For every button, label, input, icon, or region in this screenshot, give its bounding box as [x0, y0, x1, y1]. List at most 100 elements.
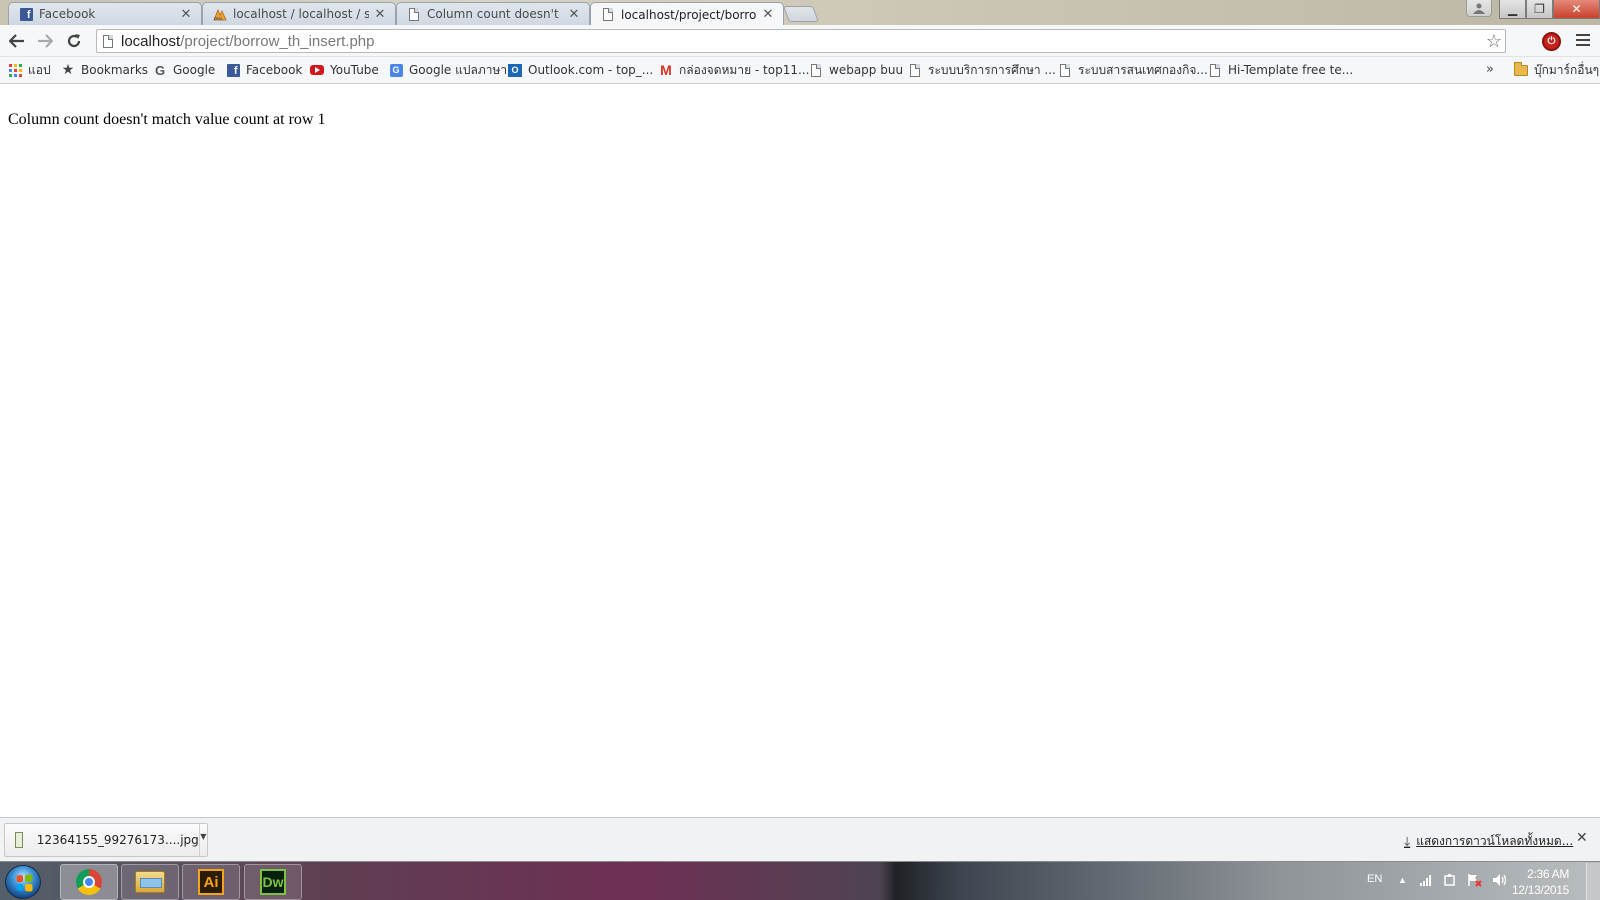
jpg-file-icon	[15, 832, 23, 848]
bookmark-google-translate[interactable]: G Google แปลภาษา	[389, 61, 507, 79]
page-icon	[908, 63, 922, 77]
reload-icon	[67, 34, 81, 48]
tab-title: localhost/project/borrow_	[621, 7, 757, 22]
volume-icon[interactable]	[1492, 873, 1508, 890]
usb-device-icon[interactable]	[1443, 873, 1457, 890]
page-icon	[1208, 63, 1222, 77]
apps-icon	[8, 63, 22, 77]
minimize-icon: ▁	[1507, 2, 1518, 16]
bookmark-google[interactable]: G Google	[153, 61, 215, 79]
taskbar-illustrator[interactable]: Ai	[182, 864, 240, 900]
clock-date: 12/13/2015	[1512, 883, 1570, 897]
tab-phpmyadmin[interactable]: PMA localhost / localhost / scho ✕	[202, 2, 396, 25]
language-indicator[interactable]: EN	[1367, 873, 1382, 885]
bookmark-bookmarks[interactable]: ★ Bookmarks	[61, 61, 148, 79]
page-icon	[407, 7, 421, 21]
bookmark-gmail[interactable]: M กล่องจดหมาย - top11...	[659, 61, 809, 79]
system-clock[interactable]: 2:36 AM 12/13/2015	[1512, 866, 1569, 898]
menu-icon[interactable]	[1576, 34, 1590, 49]
tab-column-count[interactable]: Column count doesn't mat ✕	[396, 2, 590, 25]
bookmark-label: Bookmarks	[81, 63, 149, 77]
extension-icon[interactable]: ⏻	[1542, 32, 1561, 51]
star-icon: ★	[61, 62, 75, 78]
bookmark-label: ระบบบริการการศึกษา ...	[928, 62, 1056, 77]
facebook-icon: f	[226, 63, 240, 77]
page-icon	[103, 34, 113, 48]
download-options-button[interactable]: ▼	[198, 824, 207, 856]
taskbar-explorer[interactable]	[121, 864, 179, 900]
url-host: localhost	[121, 32, 181, 50]
tab-title: localhost / localhost / scho	[233, 7, 369, 21]
show-desktop-button[interactable]	[1586, 863, 1600, 900]
bookmark-label: webapp buu	[829, 63, 904, 77]
illustrator-icon: Ai	[198, 869, 224, 895]
download-item[interactable]: 12364155_99276173....jpg ▼	[4, 823, 208, 857]
show-all-downloads-label: แสดงการดาวน์โหลดทั้งหมด...	[1416, 834, 1574, 848]
page-icon	[809, 63, 823, 77]
bookmarks-bar: แอป ★ Bookmarks G Google f Facebook YouT…	[0, 57, 1600, 84]
bookmark-star-icon[interactable]: ☆	[1486, 31, 1502, 51]
bookmark-label: Outlook.com - top_...	[528, 63, 654, 77]
show-all-downloads-link[interactable]: ⤓ แสดงการดาวน์โหลดทั้งหมด...	[1404, 832, 1573, 851]
tab-facebook[interactable]: f Facebook ✕	[8, 2, 202, 25]
bookmark-label: Google แปลภาษา	[409, 62, 508, 77]
tab-title: Column count doesn't mat	[427, 7, 563, 21]
bookmark-youtube[interactable]: YouTube	[310, 61, 379, 79]
svg-text:PMA: PMA	[214, 16, 223, 21]
other-bookmarks[interactable]: บุ๊กมาร์กอื่นๆ	[1514, 61, 1599, 79]
forward-button[interactable]	[34, 30, 56, 52]
phpmyadmin-icon: PMA	[213, 7, 227, 21]
bookmark-label: Hi-Template free te...	[1228, 63, 1354, 77]
download-file-name: 12364155_99276173....jpg	[36, 833, 199, 847]
browser-toolbar: localhost/project/borrow_th_insert.php ☆…	[0, 25, 1600, 57]
new-tab-button[interactable]	[783, 6, 819, 22]
profile-button[interactable]	[1466, 0, 1492, 17]
bookmark-education-service[interactable]: ระบบบริการการศึกษา ...	[908, 61, 1056, 79]
page-content: Column count doesn't match value count a…	[0, 85, 1600, 817]
close-icon: ✕	[1576, 830, 1588, 846]
bookmark-apps[interactable]: แอป	[8, 61, 51, 79]
bookmark-label: แอป	[28, 62, 51, 77]
taskbar-dreamweaver[interactable]: Dw	[244, 864, 302, 900]
tab-close-icon[interactable]: ✕	[373, 7, 387, 22]
tab-title: Facebook	[39, 7, 96, 21]
url-path: /project/borrow_th_insert.php	[180, 32, 375, 50]
user-icon	[1473, 3, 1485, 14]
bookmarks-overflow-button[interactable]: »	[1486, 62, 1494, 77]
taskbar-chrome[interactable]	[60, 864, 118, 900]
network-icon[interactable]	[1419, 874, 1433, 889]
gmail-icon: M	[660, 62, 672, 78]
bookmark-label: Google	[173, 63, 216, 77]
close-window-button[interactable]: ✕	[1553, 0, 1600, 19]
tab-borrow-insert[interactable]: localhost/project/borrow_ ✕	[590, 2, 784, 26]
action-center-flag-icon[interactable]	[1467, 873, 1483, 890]
dreamweaver-icon: Dw	[260, 869, 286, 895]
back-button[interactable]	[6, 30, 28, 52]
chevron-down-icon: ▼	[200, 832, 207, 841]
close-icon: ✕	[1571, 2, 1582, 16]
bookmark-facebook[interactable]: f Facebook	[226, 61, 302, 79]
bookmark-hi-template[interactable]: Hi-Template free te...	[1208, 61, 1353, 79]
folder-icon	[1514, 61, 1528, 77]
show-hidden-icons-button[interactable]: ▲	[1398, 875, 1407, 885]
bookmark-outlook[interactable]: O Outlook.com - top_...	[508, 61, 653, 79]
reload-button[interactable]	[63, 30, 85, 52]
download-icon: ⤓	[1404, 833, 1411, 850]
close-download-shelf-button[interactable]: ✕	[1576, 830, 1588, 846]
chrome-icon	[76, 869, 102, 895]
tab-close-icon[interactable]: ✕	[179, 7, 193, 22]
minimize-button[interactable]: ▁	[1499, 0, 1526, 19]
bookmark-webapp-buu[interactable]: webapp buu	[809, 61, 903, 79]
start-button[interactable]	[5, 865, 41, 899]
bookmark-label: ระบบสารสนเทศกองกิจ...	[1078, 62, 1208, 77]
error-message: Column count doesn't match value count a…	[8, 111, 326, 128]
youtube-icon	[310, 63, 324, 77]
other-bookmarks-label: บุ๊กมาร์กอื่นๆ	[1534, 62, 1600, 77]
windows-logo-icon	[16, 874, 33, 892]
restore-button[interactable]: ❐	[1526, 0, 1553, 19]
bookmark-info-system[interactable]: ระบบสารสนเทศกองกิจ...	[1058, 61, 1208, 79]
address-bar[interactable]: localhost/project/borrow_th_insert.php ☆	[96, 29, 1506, 53]
arrow-right-icon	[38, 34, 53, 48]
tab-close-icon[interactable]: ✕	[761, 7, 775, 22]
tab-close-icon[interactable]: ✕	[567, 7, 581, 22]
